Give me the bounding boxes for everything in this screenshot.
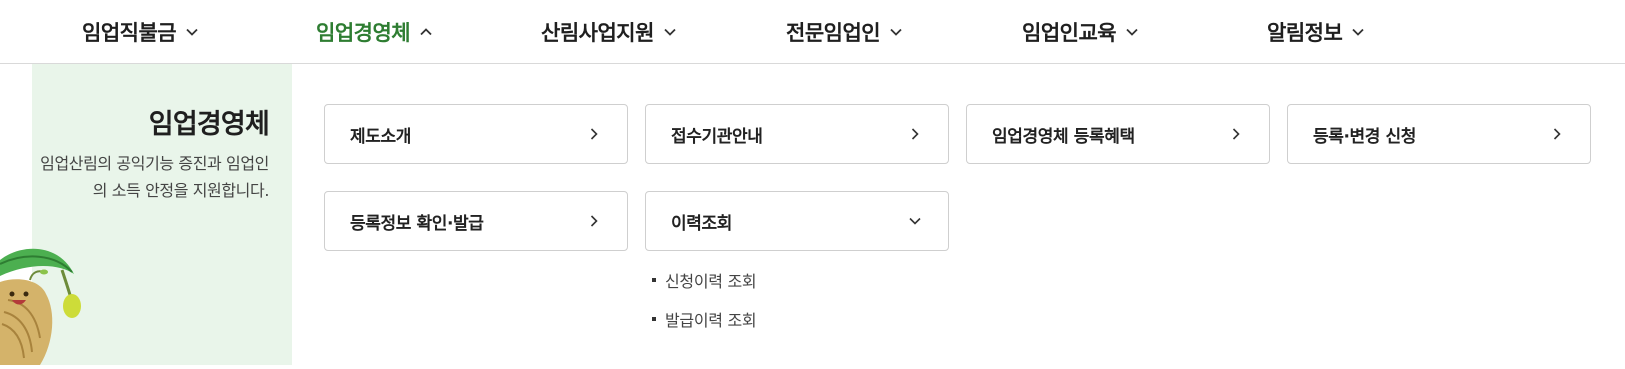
submenu-item-issuance-history[interactable]: 발급이력 조회 — [652, 299, 757, 338]
nav-item-forest-project-support[interactable]: 산림사업지원 — [541, 0, 677, 63]
menu-card-registration-benefits[interactable]: 임업경영체 등록혜택 — [966, 104, 1270, 164]
nav-item-label: 임업인교육 — [1022, 20, 1117, 45]
chevron-up-icon — [419, 25, 433, 39]
nav-item-label: 임업직불금 — [82, 20, 177, 45]
top-navigation: 임업직불금 임업경영체 산림사업지원 전문임업인 임업인교육 알림정보 — [0, 0, 1625, 64]
menu-card-label: 접수기관안내 — [671, 126, 763, 147]
menu-card-label: 등록정보 확인·발급 — [350, 213, 484, 234]
bullet-marker — [652, 277, 656, 282]
menu-card-label: 등록·변경 신청 — [1313, 126, 1417, 147]
nav-item-forestry-management[interactable]: 임업경영체 — [316, 0, 433, 63]
nav-item-label: 임업경영체 — [316, 20, 411, 45]
menu-intro-title: 임업경영체 — [148, 109, 270, 140]
nav-item-forestry-direct-payment[interactable]: 임업직불금 — [82, 0, 199, 63]
submenu-item-application-history[interactable]: 신청이력 조회 — [652, 260, 757, 299]
menu-card-reception-agency-guide[interactable]: 접수기관안내 — [645, 104, 949, 164]
chevron-down-icon — [1351, 25, 1365, 39]
chevron-right-icon — [587, 214, 601, 228]
menu-card-registration-check-issue[interactable]: 등록정보 확인·발급 — [324, 191, 628, 251]
chevron-right-icon — [908, 127, 922, 141]
bullet-marker — [652, 316, 656, 321]
nav-item-label: 알림정보 — [1267, 20, 1343, 45]
mascot-illustration — [0, 242, 90, 365]
nav-item-label: 전문임업인 — [786, 20, 881, 45]
mega-menu-panel: 임업경영체 임업산림의 공익기능 증진과 임업인의 소득 안정을 지원합니다. — [0, 64, 1625, 365]
nav-item-forester-education[interactable]: 임업인교육 — [1022, 0, 1139, 63]
menu-card-label: 임업경영체 등록혜택 — [992, 126, 1135, 147]
chevron-right-icon — [587, 127, 601, 141]
nav-item-label: 산림사업지원 — [541, 20, 654, 45]
chevron-down-icon — [889, 25, 903, 39]
menu-card-system-intro[interactable]: 제도소개 — [324, 104, 628, 164]
nav-item-professional-forester[interactable]: 전문임업인 — [786, 0, 903, 63]
submenu-item-label: 발급이력 조회 — [665, 310, 757, 330]
chevron-down-icon — [908, 214, 922, 228]
menu-card-registration-change-request[interactable]: 등록·변경 신청 — [1287, 104, 1591, 164]
menu-card-label: 제도소개 — [350, 126, 411, 147]
menu-card-label: 이력조회 — [671, 213, 732, 234]
menu-intro-description: 임업산림의 공익기능 증진과 임업인의 소득 안정을 지원합니다. — [40, 154, 269, 200]
chevron-down-icon — [185, 25, 199, 39]
chevron-down-icon — [663, 25, 677, 39]
nav-item-notice-info[interactable]: 알림정보 — [1267, 0, 1365, 63]
chevron-right-icon — [1229, 127, 1243, 141]
menu-card-history-lookup[interactable]: 이력조회 — [645, 191, 949, 251]
chevron-down-icon — [1125, 25, 1139, 39]
history-lookup-submenu: 신청이력 조회 발급이력 조회 — [652, 260, 757, 338]
submenu-item-label: 신청이력 조회 — [665, 271, 757, 291]
chevron-right-icon — [1550, 127, 1564, 141]
